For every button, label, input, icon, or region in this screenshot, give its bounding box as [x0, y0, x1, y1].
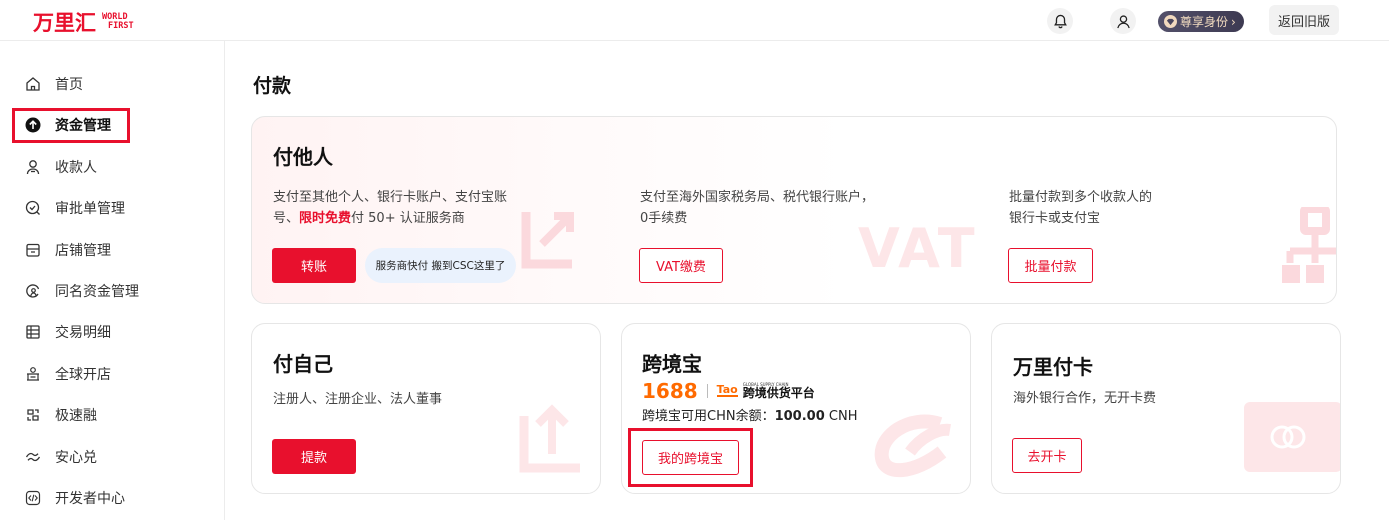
home-icon — [25, 76, 41, 92]
sidebar-item-label: 同名资金管理 — [55, 284, 139, 300]
kjb-balance: 跨境宝可用CHN余额：100.00 CNH — [642, 409, 858, 424]
sidebar-item-same-name-fund[interactable]: 同名资金管理 — [25, 280, 139, 302]
sidebar-item-label: 极速融 — [55, 408, 97, 424]
sidebar-item-transactions[interactable]: 交易明细 — [25, 321, 111, 343]
user-profile-icon[interactable] — [1110, 8, 1136, 34]
back-to-old-version-button[interactable]: 返回旧版 — [1269, 5, 1339, 35]
wanli-card-title: 万里付卡 — [1013, 355, 1093, 379]
withdraw-watermark-icon — [519, 404, 580, 473]
highlight-box-my-kjb — [628, 428, 753, 487]
tao-logo-mark: Tao — [716, 383, 738, 397]
notification-bell-icon[interactable] — [1047, 8, 1073, 34]
sidebar-item-label: 开发者中心 — [55, 491, 125, 507]
vip-arrow-icon: › — [1231, 14, 1236, 29]
sidebar-item-approval[interactable]: 审批单管理 — [25, 197, 125, 219]
code-icon — [25, 490, 41, 506]
sidebar-item-home[interactable]: 首页 — [25, 73, 83, 95]
csc-notice-pill[interactable]: 服务商快付 搬到CSC这里了 — [365, 248, 516, 283]
vat-description: 支付至海外国家税务局、税代银行账户， 0手续费 — [640, 190, 875, 226]
logo-chinese-text: 万里汇 — [33, 11, 96, 35]
batch-payment-button[interactable]: 批量付款 — [1008, 248, 1093, 283]
batch-watermark-icon — [1282, 207, 1336, 283]
sidebar-item-label: 首页 — [55, 77, 83, 93]
1688-tao-logo: 1688 Tao GLOBAL SUPPLY CHAIN 跨境供货平台 — [642, 379, 815, 403]
sidebar-item-payee[interactable]: 收款人 — [25, 156, 97, 178]
pay-others-description: 支付至其他个人、银行卡账户、支付宝账 号、限时免费付 50+ 认证服务商 — [273, 190, 508, 226]
logo-separator — [706, 384, 708, 398]
sidebar-item-fast-finance[interactable]: 极速融 — [25, 404, 97, 426]
sidebar-item-developer[interactable]: 开发者中心 — [25, 487, 125, 509]
tao-platform-text: 跨境供货平台 — [742, 386, 815, 400]
balance-amount: 100.00 — [774, 409, 825, 424]
wanli-card-description: 海外银行合作，无开卡费 — [1013, 391, 1157, 406]
highlight-box-fund-management — [12, 108, 130, 143]
sidebar-item-label: 审批单管理 — [55, 201, 125, 217]
sidebar-item-label: 交易明细 — [55, 325, 111, 341]
list-icon — [25, 324, 41, 340]
logo-english-text: WORLD FIRST — [102, 12, 134, 31]
pay-self-title: 付自己 — [273, 352, 333, 376]
page-title: 付款 — [253, 75, 292, 97]
approval-icon — [25, 200, 41, 216]
fast-finance-icon — [25, 407, 41, 423]
vip-status-badge[interactable]: 尊享身份 › — [1158, 11, 1244, 32]
sidebar-item-label: 全球开店 — [55, 367, 111, 383]
global-store-icon — [25, 366, 41, 382]
top-header: 万里汇 WORLD FIRST 尊享身份 › 返回旧版 — [0, 0, 1389, 41]
pay-self-description: 注册人、注册企业、法人董事 — [273, 392, 443, 407]
pay-others-title: 付他人 — [273, 145, 333, 169]
vip-label: 尊享身份 — [1180, 15, 1229, 29]
vat-payment-button[interactable]: VAT缴费 — [639, 248, 723, 283]
logo-1688-text: 1688 — [642, 379, 698, 403]
store-icon — [25, 242, 41, 258]
payee-icon — [25, 159, 41, 175]
batch-description: 批量付款到多个收款人的 银行卡或支付宝 — [1009, 190, 1153, 226]
transfer-button[interactable]: 转账 — [272, 248, 356, 283]
diamond-icon — [1164, 15, 1177, 28]
sidebar-item-exchange[interactable]: 安心兑 — [25, 446, 97, 468]
open-card-button[interactable]: 去开卡 — [1012, 438, 1082, 473]
sidebar-item-global-store[interactable]: 全球开店 — [25, 363, 111, 385]
vat-watermark: VAT — [858, 217, 977, 280]
withdraw-button[interactable]: 提款 — [272, 439, 356, 474]
alibaba-watermark-icon — [874, 414, 951, 477]
transfer-watermark-icon — [521, 212, 574, 269]
sidebar-item-label: 店铺管理 — [55, 243, 111, 259]
kjb-title: 跨境宝 — [642, 352, 702, 376]
sidebar-item-store[interactable]: 店铺管理 — [25, 239, 111, 261]
same-name-icon — [25, 283, 41, 299]
sidebar-item-label: 收款人 — [55, 160, 97, 176]
sidebar-item-label: 安心兑 — [55, 450, 97, 466]
exchange-icon — [25, 449, 41, 465]
limited-free-text: 限时免费 — [299, 211, 352, 226]
card-watermark-icon — [1244, 402, 1340, 472]
worldfirst-logo[interactable]: 万里汇 WORLD FIRST — [33, 7, 134, 37]
